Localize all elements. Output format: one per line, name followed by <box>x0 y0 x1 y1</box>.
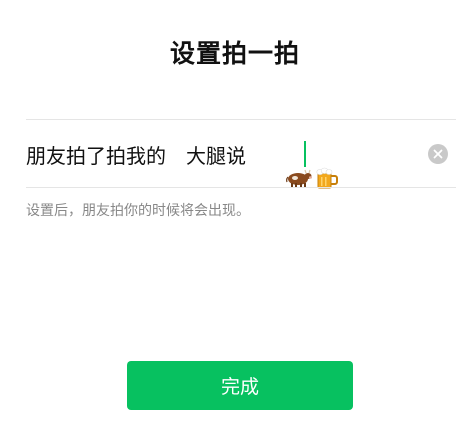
beer-mug-icon <box>276 142 339 189</box>
pat-suffix-field[interactable]: 朋友拍了拍我的 大腿说 <box>26 120 456 189</box>
hint-text: 设置后，朋友拍你的时候将会出现。 <box>26 203 250 219</box>
text-caret <box>304 141 306 167</box>
divider-bottom <box>26 187 456 188</box>
pat-prefix-label: 朋友拍了拍我的 <box>26 143 166 168</box>
clear-icon[interactable] <box>428 144 448 164</box>
done-button[interactable]: 完成 <box>127 361 353 410</box>
page-title: 设置拍一拍 <box>169 39 300 68</box>
pat-text-display[interactable]: 朋友拍了拍我的 大腿说 <box>26 140 339 189</box>
cow-icon <box>248 142 313 188</box>
pat-suffix-input[interactable]: 大腿说 <box>186 140 246 169</box>
